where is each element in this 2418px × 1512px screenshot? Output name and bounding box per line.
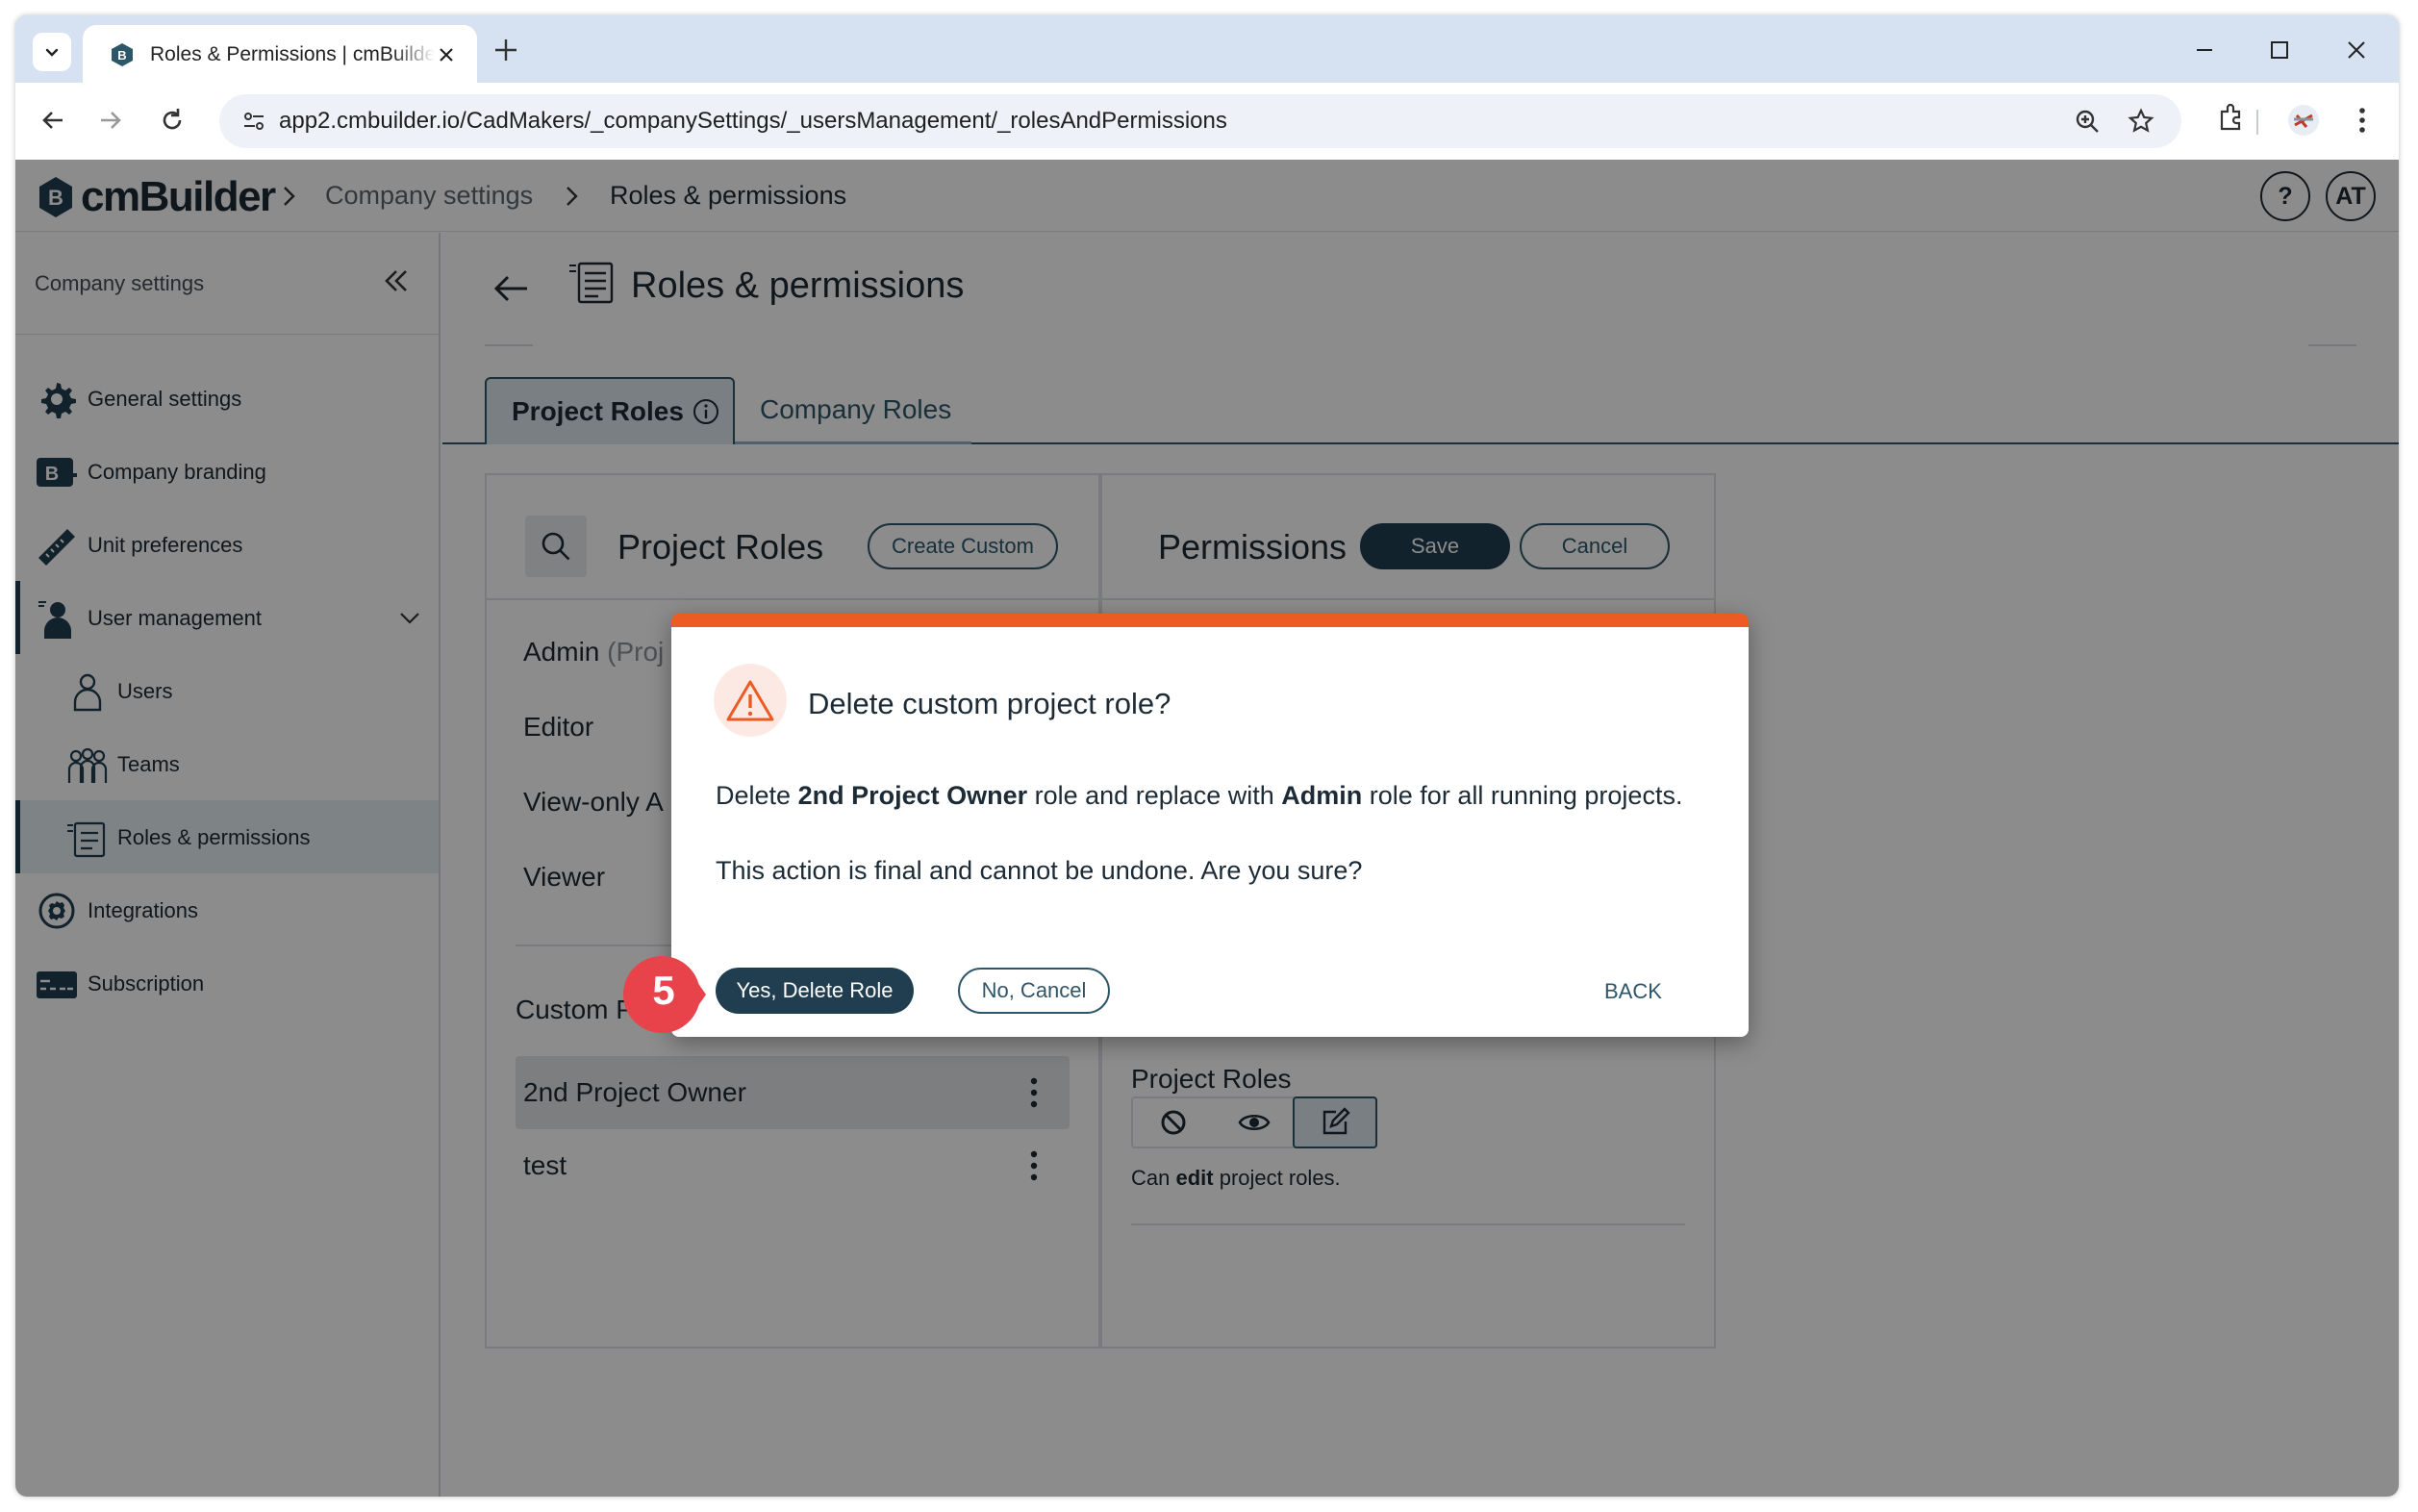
- svg-text:B: B: [117, 48, 126, 63]
- cancel-delete-label: No, Cancel: [981, 978, 1087, 1002]
- warning-icon: [726, 680, 774, 721]
- site-settings-icon[interactable]: [240, 108, 267, 135]
- tab-title: Roles & Permissions | cmBuilder: [150, 43, 435, 65]
- maximize-icon[interactable]: [2266, 37, 2293, 63]
- address-bar[interactable]: app2.cmbuilder.io/CadMakers/_companySett…: [219, 94, 2181, 148]
- warning-badge: [714, 664, 787, 737]
- cancel-delete-button[interactable]: No, Cancel: [958, 968, 1110, 1014]
- bookmark-star-icon[interactable]: [2128, 108, 2154, 135]
- msg-role-name: 2nd Project Owner: [797, 781, 1028, 810]
- extensions-icon[interactable]: [2214, 102, 2247, 135]
- zoom-icon[interactable]: [2074, 108, 2101, 135]
- step-callout: 5: [621, 952, 706, 1037]
- msg-part: role and replace with: [1027, 781, 1282, 810]
- back-link[interactable]: BACK: [1604, 979, 1662, 1004]
- delete-role-dialog: Delete custom project role? Delete 2nd P…: [671, 614, 1749, 1037]
- profile-icon[interactable]: [2285, 102, 2322, 139]
- browser-tab[interactable]: B Roles & Permissions | cmBuilder: [83, 25, 477, 85]
- msg-replacement-role: Admin: [1281, 781, 1363, 810]
- url-text[interactable]: app2.cmbuilder.io/CadMakers/_companySett…: [279, 108, 1227, 135]
- browser-window: B Roles & Permissions | cmBuilder app2.c…: [15, 15, 2399, 1497]
- dialog-confirm-message: This action is final and cannot be undon…: [716, 856, 1363, 885]
- tab-strip: B Roles & Permissions | cmBuilder: [15, 15, 2399, 85]
- chevron-down-icon: [45, 48, 59, 57]
- toolbar-divider: [2256, 110, 2258, 135]
- confirm-delete-button[interactable]: Yes, Delete Role: [716, 968, 914, 1014]
- close-icon[interactable]: [437, 45, 456, 64]
- confirm-delete-label: Yes, Delete Role: [736, 978, 894, 1002]
- msg-part: role for all running projects.: [1362, 781, 1683, 810]
- dialog-title: Delete custom project role?: [808, 687, 1171, 720]
- tab-search-button[interactable]: [33, 33, 71, 71]
- browser-menu-icon[interactable]: [2353, 102, 2372, 139]
- step-number: 5: [652, 968, 675, 1013]
- back-icon[interactable]: [37, 104, 69, 137]
- msg-part: Delete: [716, 781, 798, 810]
- forward-icon[interactable]: [94, 104, 127, 137]
- new-tab-icon[interactable]: [492, 37, 519, 63]
- reload-icon[interactable]: [156, 104, 189, 137]
- dialog-message: Delete 2nd Project Owner role and replac…: [716, 781, 1682, 811]
- browser-toolbar: app2.cmbuilder.io/CadMakers/_companySett…: [15, 83, 2399, 160]
- minimize-icon[interactable]: [2191, 37, 2218, 63]
- window-close-icon[interactable]: [2343, 37, 2370, 63]
- cmbuilder-favicon-icon: B: [112, 43, 133, 66]
